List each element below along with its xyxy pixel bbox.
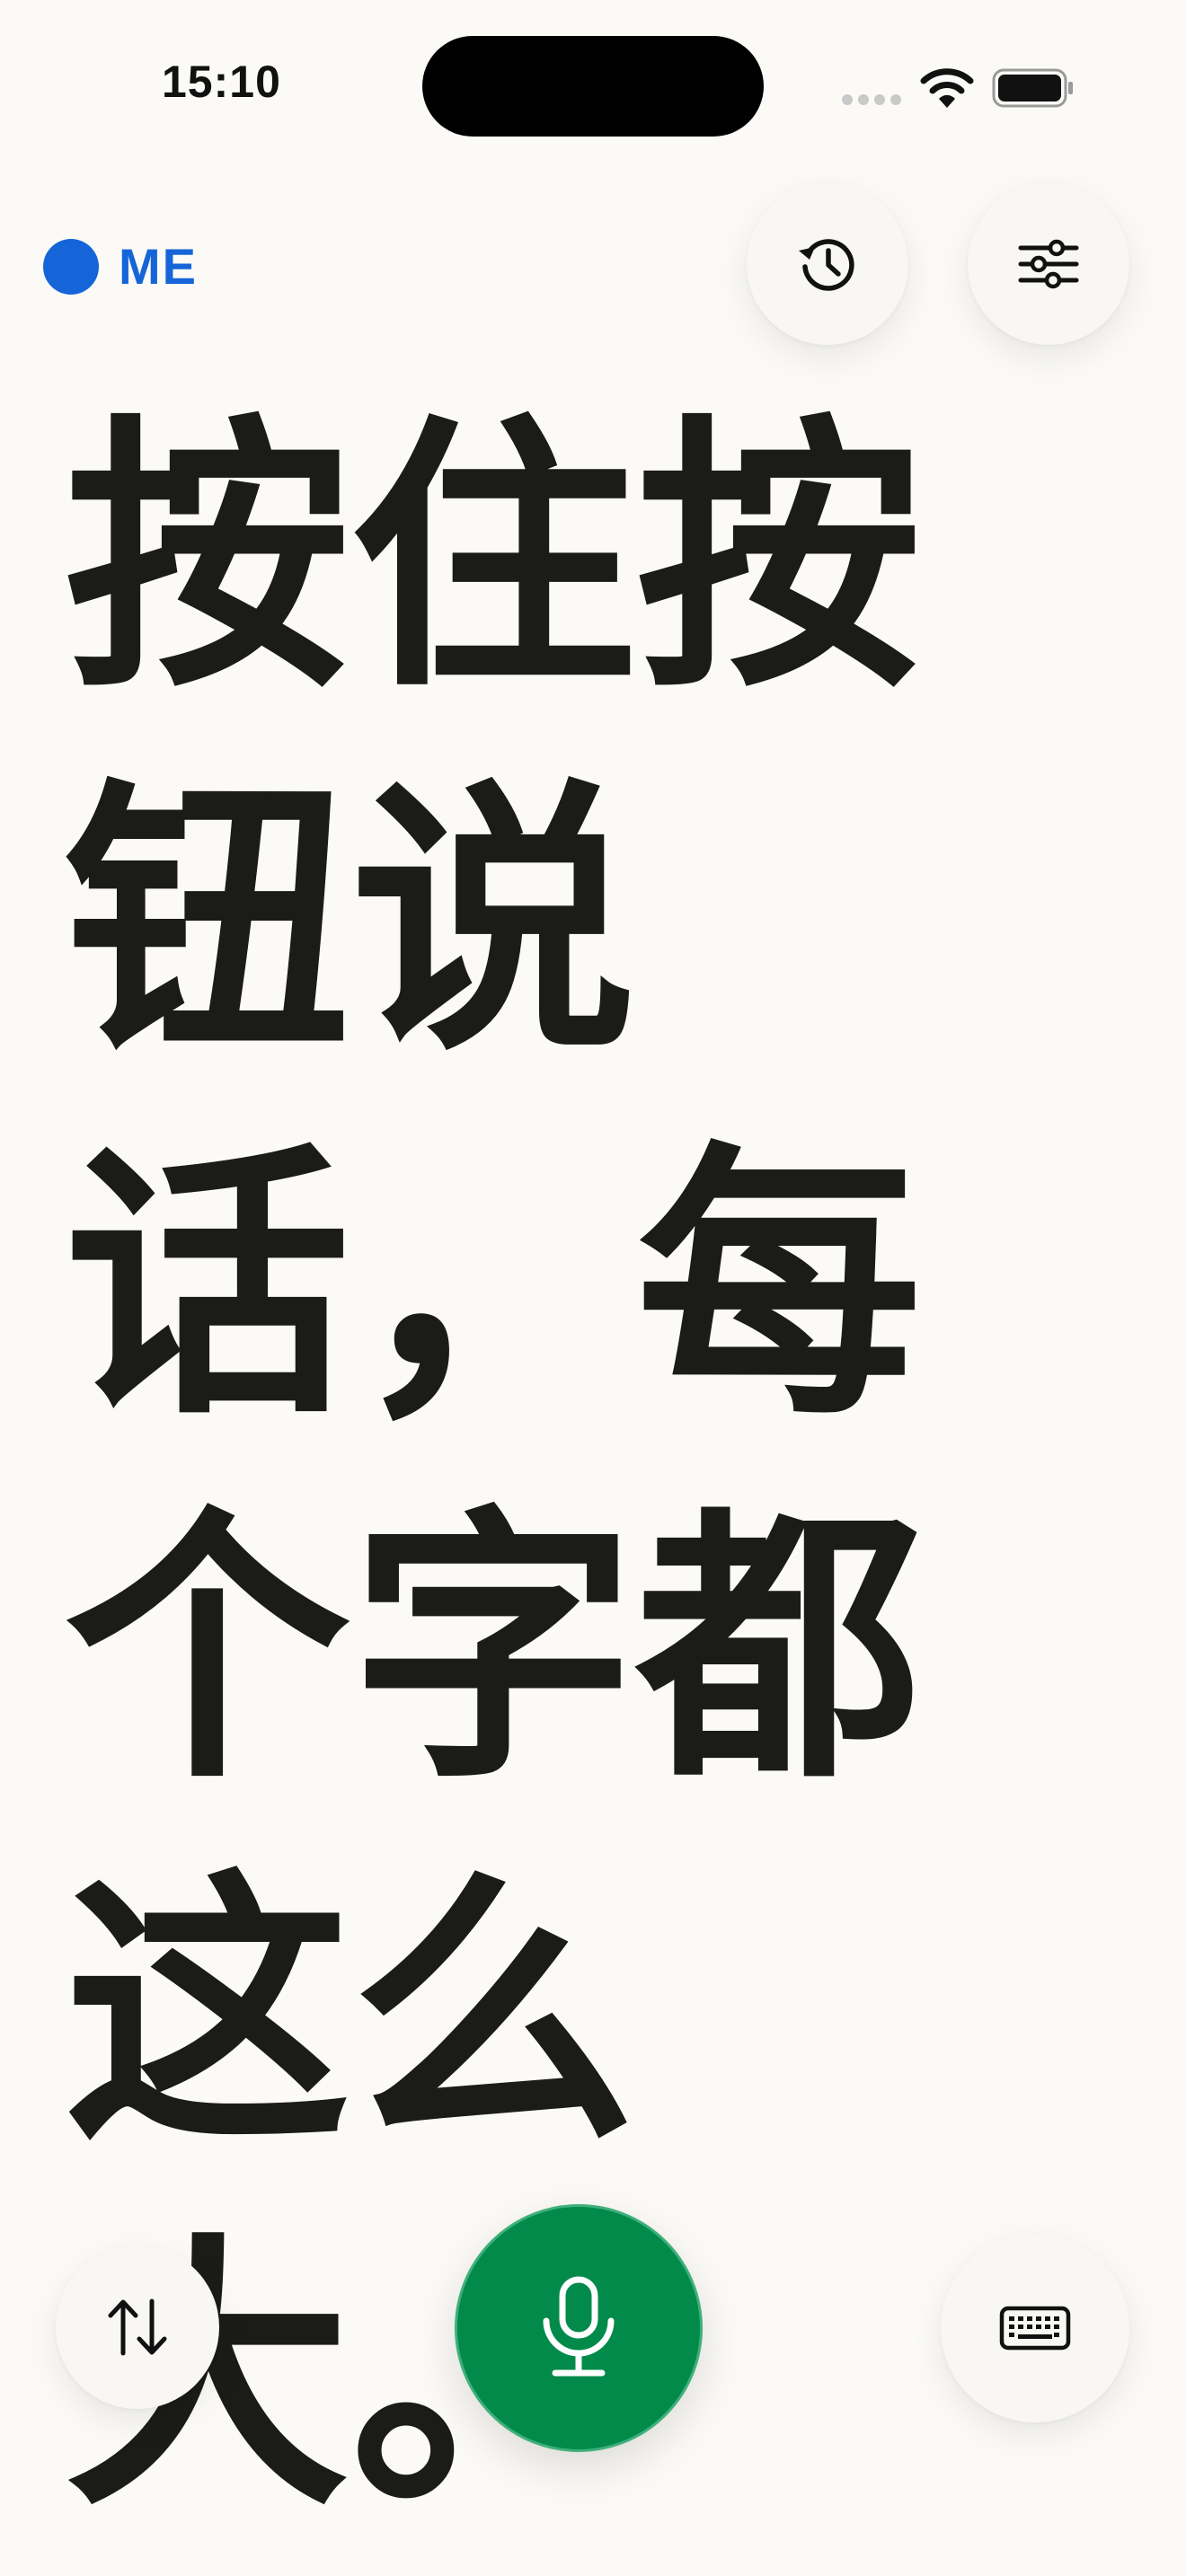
speaker-dot-icon — [43, 238, 99, 295]
push-to-talk-mic-button[interactable] — [455, 2204, 703, 2452]
battery-icon — [992, 68, 1073, 108]
speaker-label: ME — [119, 238, 198, 295]
status-bar: 15:10 — [0, 0, 1186, 171]
cellular-signal-icon — [842, 94, 901, 105]
swap-speaker-button[interactable] — [56, 2245, 219, 2409]
history-clock-icon — [799, 239, 854, 291]
keyboard-button[interactable] — [941, 2234, 1129, 2422]
dynamic-island — [422, 36, 764, 137]
microphone-icon — [543, 2276, 615, 2377]
wifi-icon — [920, 68, 974, 108]
status-time: 15:10 — [162, 57, 281, 107]
settings-button[interactable] — [968, 183, 1129, 345]
speaker-indicator[interactable]: ME — [43, 237, 198, 296]
keyboard-icon — [999, 2306, 1071, 2351]
swap-arrows-icon — [108, 2298, 167, 2356]
history-button[interactable] — [747, 183, 908, 345]
sliders-icon — [1018, 239, 1079, 289]
